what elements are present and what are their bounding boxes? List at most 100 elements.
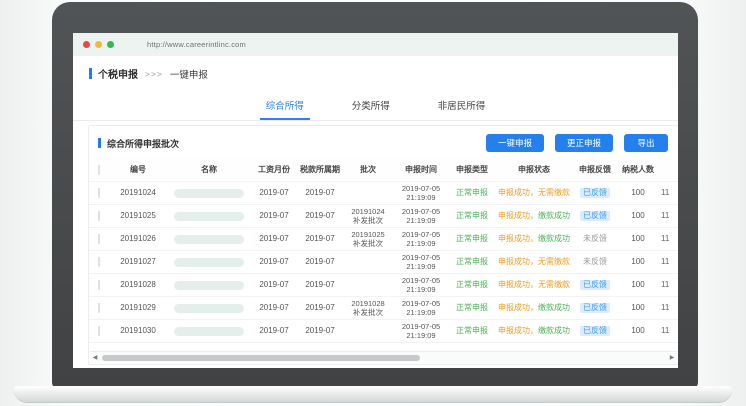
row-checkbox-cell: [89, 280, 109, 290]
cell-declare-status: 申报成功，缴款成功: [495, 211, 573, 221]
cell-feedback: 未反馈: [573, 257, 617, 267]
blurred-name-placeholder: [174, 258, 244, 267]
cell-tax-period: 2019-07: [297, 211, 343, 221]
declare-type-text: 正常申报: [456, 303, 488, 312]
cell-declare-status: 申报成功，无需缴款: [495, 257, 573, 267]
cell-salary-month: 2019-07: [251, 188, 297, 198]
cell-amount-clipped: 11: [659, 280, 678, 290]
row-checkbox[interactable]: [98, 234, 100, 244]
status-prefix-text: 申报成功，: [498, 234, 538, 243]
cell-salary-month: 2019-07: [251, 234, 297, 244]
table-row: 201910252019-072019-0720191024补发批次2019-0…: [89, 205, 678, 228]
header-2: 名称: [167, 165, 251, 175]
cell-name: [167, 327, 251, 336]
row-checkbox-cell: [89, 326, 109, 336]
header-3: 工资月份: [251, 165, 297, 175]
cell-declare-status: 申报成功，无需缴款: [495, 280, 573, 290]
cell-salary-month: 2019-07: [251, 326, 297, 336]
cell-declare-type: 正常申报: [449, 326, 495, 336]
feedback-badge: 已反馈: [580, 188, 610, 198]
cell-declare-time: 2019-07-0521:19:09: [393, 230, 449, 249]
cell-batch-number: 20191029: [109, 303, 167, 313]
breadcrumb-separator: >>>: [145, 69, 163, 79]
breadcrumb-current: 一键申报: [170, 67, 208, 81]
feedback-badge: 未反馈: [583, 234, 607, 243]
header-1: 编号: [109, 165, 167, 175]
cell-tax-period: 2019-07: [297, 234, 343, 244]
status-suffix-text: 无需缴款: [538, 280, 570, 289]
window-close-icon[interactable]: [83, 41, 90, 48]
blurred-name-placeholder: [174, 189, 244, 198]
cell-declare-type: 正常申报: [449, 188, 495, 198]
blurred-name-placeholder: [174, 304, 244, 313]
table-header-row: 编号名称工资月份税款所属期批次申报时间申报类型申报状态申报反馈纳税人数: [89, 158, 678, 182]
scroll-right-icon[interactable]: ▶: [667, 354, 677, 361]
row-checkbox[interactable]: [98, 326, 100, 336]
select-all-checkbox[interactable]: [98, 165, 100, 175]
tab-nonresident-income[interactable]: 非居民所得: [432, 91, 492, 120]
cell-batch-number: 20191030: [109, 326, 167, 336]
correct-declare-button[interactable]: 更正申报: [555, 134, 613, 152]
cell-name: [167, 258, 251, 267]
status-prefix-text: 申报成功，: [498, 326, 538, 335]
row-checkbox[interactable]: [98, 257, 100, 267]
declare-type-text: 正常申报: [456, 211, 488, 220]
select-all-cell: [89, 165, 109, 175]
laptop-screen: http://www.careerintlinc.com 个税申报 >>> 一键…: [73, 33, 678, 368]
scrollbar-track[interactable]: [100, 354, 667, 362]
cell-amount-clipped: 11: [659, 257, 678, 267]
cell-taxpayer-count: 100: [617, 257, 659, 267]
header-6: 申报时间: [393, 165, 449, 175]
accent-bar: [89, 68, 92, 79]
header-7: 申报类型: [449, 165, 495, 175]
feedback-badge: 已反馈: [580, 303, 610, 313]
header-8: 申报状态: [495, 165, 573, 175]
status-suffix-text: 无需缴款: [538, 257, 570, 266]
declare-type-text: 正常申报: [456, 257, 488, 266]
cell-declare-time: 2019-07-0521:19:09: [393, 276, 449, 295]
page-title: 个税申报: [98, 66, 138, 81]
blurred-name-placeholder: [174, 235, 244, 244]
export-button[interactable]: 导出: [624, 134, 668, 152]
accent-bar: [98, 138, 101, 148]
cell-batch-number: 20191025: [109, 211, 167, 221]
header-4: 税款所属期: [297, 165, 343, 175]
cell-feedback: 已反馈: [573, 303, 617, 313]
tab-classified-income[interactable]: 分类所得: [346, 91, 396, 120]
status-prefix-text: 申报成功，: [498, 188, 538, 197]
status-prefix-text: 申报成功，: [498, 303, 538, 312]
address-bar[interactable]: http://www.careerintlinc.com: [147, 40, 246, 49]
row-checkbox-cell: [89, 234, 109, 244]
cell-declare-time: 2019-07-0521:19:09: [393, 299, 449, 318]
cell-tax-period: 2019-07: [297, 257, 343, 267]
table-row: 201910292019-072019-0720191028补发批次2019-0…: [89, 297, 678, 320]
table-row: 201910242019-072019-072019-07-0521:19:09…: [89, 182, 678, 205]
window-minimize-icon[interactable]: [95, 41, 102, 48]
cell-feedback: 已反馈: [573, 326, 617, 336]
tab-comprehensive-income[interactable]: 综合所得: [260, 91, 310, 120]
panel-title: 综合所得申报批次: [107, 137, 179, 150]
breadcrumb: 个税申报 >>> 一键申报: [73, 56, 678, 87]
scrollbar-thumb[interactable]: [102, 355, 420, 361]
row-checkbox[interactable]: [98, 188, 100, 198]
declaration-table: 编号名称工资月份税款所属期批次申报时间申报类型申报状态申报反馈纳税人数20191…: [89, 158, 678, 343]
cell-declare-time: 2019-07-0521:19:09: [393, 207, 449, 226]
feedback-badge: 已反馈: [580, 211, 610, 221]
row-checkbox-cell: [89, 257, 109, 267]
cell-name: [167, 189, 251, 198]
cell-declare-type: 正常申报: [449, 257, 495, 267]
cell-amount-clipped: 11: [659, 234, 678, 244]
status-suffix-text: 缴款成功: [538, 326, 570, 335]
cell-name: [167, 212, 251, 221]
row-checkbox[interactable]: [98, 303, 100, 313]
window-maximize-icon[interactable]: [107, 41, 114, 48]
row-checkbox[interactable]: [98, 280, 100, 290]
cell-declare-type: 正常申报: [449, 280, 495, 290]
one-click-declare-button[interactable]: 一键申报: [486, 134, 544, 152]
row-checkbox-cell: [89, 303, 109, 313]
declare-type-text: 正常申报: [456, 326, 488, 335]
status-prefix-text: 申报成功，: [498, 211, 538, 220]
status-suffix-text: 缴款成功: [538, 303, 570, 312]
row-checkbox[interactable]: [98, 211, 100, 221]
scroll-left-icon[interactable]: ◀: [90, 354, 100, 361]
